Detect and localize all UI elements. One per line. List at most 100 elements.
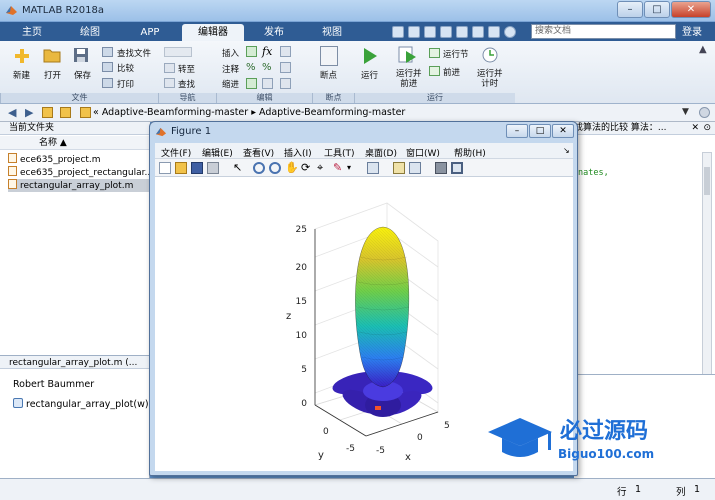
- up-folder-icon[interactable]: [60, 107, 71, 118]
- hide-plot-tools-icon[interactable]: [435, 162, 447, 174]
- list-item[interactable]: ece635_project.m: [8, 153, 150, 166]
- list-item[interactable]: ece635_project_rectangular...: [8, 166, 150, 179]
- show-plot-tools-icon[interactable]: [451, 162, 463, 174]
- run-time-icon[interactable]: [480, 45, 500, 65]
- back-arrow-icon[interactable]: ◀: [8, 107, 16, 118]
- new-icon[interactable]: [12, 46, 32, 66]
- figure-maximize-button[interactable]: □: [529, 124, 551, 138]
- save-icon[interactable]: [73, 47, 89, 63]
- brush-dropdown-icon[interactable]: ▾: [347, 162, 359, 174]
- current-path[interactable]: « Adaptive-Beamforming-master ▸ Adaptive…: [93, 107, 405, 118]
- switch-window-icon[interactable]: [488, 26, 500, 38]
- tab-publish[interactable]: 发布: [248, 24, 300, 41]
- comment-percent-icon[interactable]: %: [246, 62, 256, 73]
- figure-close-button[interactable]: ✕: [552, 124, 574, 138]
- tab-plots[interactable]: 绘图: [64, 24, 116, 41]
- compare-button[interactable]: 比较: [117, 62, 134, 74]
- menubar-dock-icon[interactable]: ↘: [563, 146, 570, 155]
- breakpoints-button[interactable]: 断点: [320, 69, 337, 81]
- figure-title-bar[interactable]: Figure 1 – □ ✕: [150, 122, 577, 142]
- collapse-ribbon-icon[interactable]: ▲: [699, 44, 707, 55]
- smart-indent-icon[interactable]: [246, 78, 257, 89]
- zoom-in-icon[interactable]: [253, 162, 265, 174]
- maximize-button[interactable]: □: [644, 1, 670, 18]
- browse-folder-icon[interactable]: [42, 107, 53, 118]
- menu-tools[interactable]: 工具(T): [324, 146, 355, 159]
- brush-icon[interactable]: ✎: [333, 162, 345, 174]
- run-button[interactable]: 运行: [361, 69, 378, 81]
- save-button[interactable]: 保存: [74, 69, 91, 81]
- row-value: 1: [635, 484, 642, 495]
- decrease-indent-icon[interactable]: [280, 78, 291, 89]
- minimize-button[interactable]: –: [617, 1, 643, 18]
- search-docs-input[interactable]: 搜索文档: [531, 24, 676, 39]
- x-tick: 0: [417, 433, 423, 443]
- menu-insert[interactable]: 插入(I): [284, 146, 312, 159]
- tab-view[interactable]: 视图: [306, 24, 358, 41]
- breakpoints-icon[interactable]: [320, 46, 338, 66]
- edit-plot-icon[interactable]: ↖: [233, 162, 245, 174]
- find-files-button[interactable]: 查找文件: [117, 47, 151, 59]
- print-button[interactable]: 打印: [117, 78, 134, 90]
- run-icon[interactable]: [361, 46, 379, 66]
- run-advance-icon[interactable]: [398, 45, 418, 65]
- zoom-out-icon[interactable]: [269, 162, 281, 174]
- open-folder-icon[interactable]: [43, 47, 61, 63]
- print-figure-icon[interactable]: [207, 162, 219, 174]
- goto-button[interactable]: 转至: [178, 63, 195, 75]
- new-figure-icon[interactable]: [159, 162, 171, 174]
- tab-home[interactable]: 主页: [8, 24, 56, 41]
- insert-legend-icon[interactable]: [409, 162, 421, 174]
- paste-quick-icon[interactable]: [440, 26, 452, 38]
- editor-close-icon[interactable]: ✕: [691, 123, 699, 133]
- insert-section-icon[interactable]: [246, 46, 257, 57]
- menu-window[interactable]: 窗口(W): [406, 146, 440, 159]
- find-button[interactable]: 查找: [178, 78, 195, 90]
- forward-arrow-icon[interactable]: ▶: [25, 107, 33, 118]
- pan-icon[interactable]: ✋: [285, 162, 299, 174]
- path-dropdown-icon[interactable]: ▼: [682, 107, 689, 118]
- help-icon[interactable]: [504, 26, 516, 38]
- redo-quick-icon[interactable]: [472, 26, 484, 38]
- close-button[interactable]: ✕: [671, 1, 711, 18]
- insert-button[interactable]: 插入: [222, 47, 239, 59]
- link-plot-icon[interactable]: [367, 162, 379, 174]
- open-button[interactable]: 打开: [44, 69, 61, 81]
- menu-help[interactable]: 帮助(H): [454, 146, 486, 159]
- data-cursor-icon[interactable]: ⌖: [317, 162, 329, 174]
- search-path-icon[interactable]: [699, 107, 710, 118]
- run-advance-button[interactable]: 运行并 前进: [396, 69, 422, 89]
- copy-quick-icon[interactable]: [424, 26, 436, 38]
- save-quick-icon[interactable]: [392, 26, 404, 38]
- menu-edit[interactable]: 编辑(E): [202, 146, 233, 159]
- details-function[interactable]: rectangular_array_plot(w): [13, 398, 149, 410]
- advance-button[interactable]: 前进: [443, 66, 460, 78]
- open-file-icon[interactable]: [175, 162, 187, 174]
- insert-colorbar-icon[interactable]: [393, 162, 405, 174]
- nav-arrows-icon[interactable]: [164, 47, 192, 57]
- tab-editor[interactable]: 编辑器: [182, 24, 244, 41]
- new-button[interactable]: 新建: [13, 69, 30, 81]
- indent-button[interactable]: 缩进: [222, 78, 239, 90]
- save-figure-icon[interactable]: [191, 162, 203, 174]
- comment-button[interactable]: 注释: [222, 63, 239, 75]
- uncomment-icon[interactable]: %: [262, 62, 272, 73]
- cut-quick-icon[interactable]: [408, 26, 420, 38]
- name-column-header[interactable]: 名称 ▲: [0, 136, 150, 150]
- menu-desktop[interactable]: 桌面(D): [365, 146, 397, 159]
- run-section-button[interactable]: 运行节: [443, 48, 469, 60]
- rotate-3d-icon[interactable]: ⟳: [301, 162, 313, 174]
- editor-menu-icon[interactable]: ⊙: [703, 123, 711, 133]
- insert-menu-icon[interactable]: [280, 46, 291, 57]
- wrap-comments-icon[interactable]: [280, 62, 291, 73]
- undo-quick-icon[interactable]: [456, 26, 468, 38]
- run-time-button[interactable]: 运行并 计时: [477, 69, 503, 89]
- menu-file[interactable]: 文件(F): [161, 146, 191, 159]
- login-link[interactable]: 登录: [682, 24, 702, 41]
- fx-icon[interactable]: fx: [262, 45, 272, 58]
- menu-view[interactable]: 查看(V): [243, 146, 274, 159]
- tab-apps[interactable]: APP: [122, 24, 178, 41]
- increase-indent-icon[interactable]: [262, 78, 273, 89]
- figure-minimize-button[interactable]: –: [506, 124, 528, 138]
- list-item-selected[interactable]: rectangular_array_plot.m: [8, 179, 150, 192]
